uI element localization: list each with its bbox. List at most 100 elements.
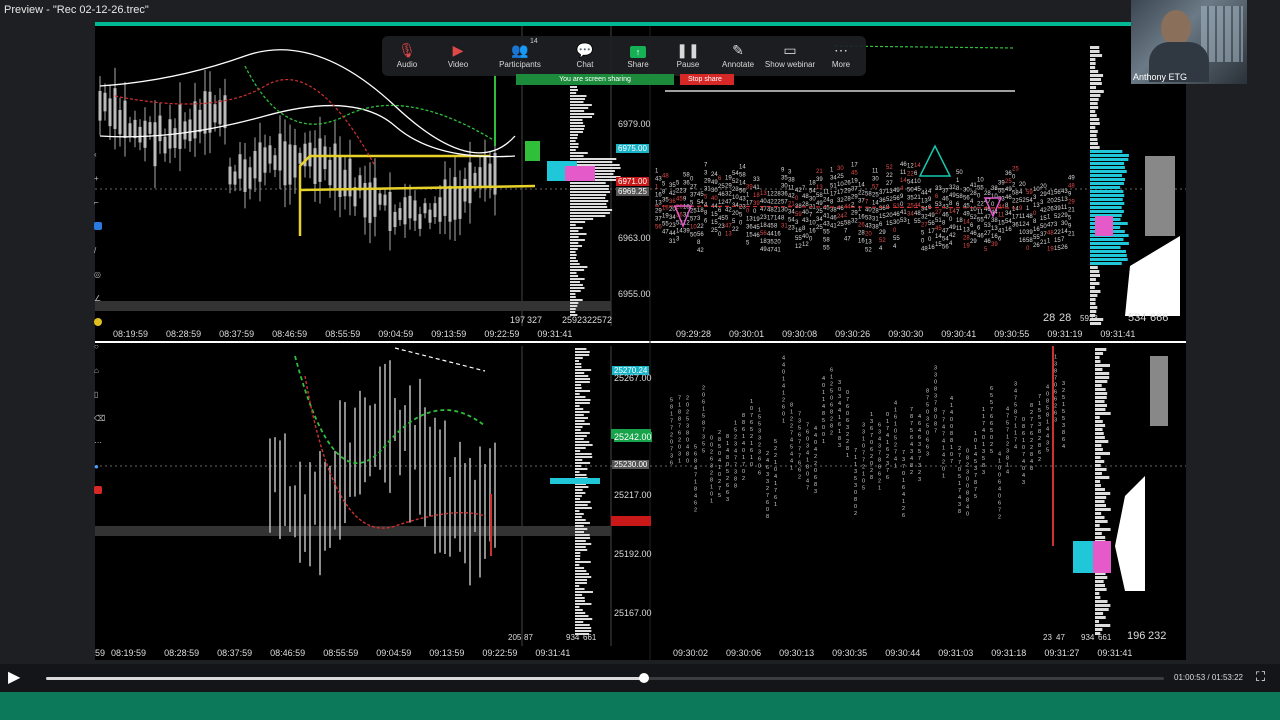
footprint-cell: 22	[886, 173, 893, 179]
footprint-cell: 8	[974, 480, 977, 486]
footprint-cell: 4	[950, 410, 953, 416]
footprint-cell: 1	[726, 441, 729, 447]
brush-tool-icon[interactable]: ∠	[94, 294, 102, 303]
crop-tool-icon[interactable]: ⌐	[94, 198, 102, 207]
participants-button[interactable]: 👥 Participants	[492, 40, 548, 69]
profile-bar	[575, 561, 591, 563]
footprint-cell: 5	[732, 219, 736, 225]
footprint-cell: 3	[982, 470, 985, 476]
footprint-cell: 2	[902, 506, 905, 512]
seek-bar[interactable]	[46, 677, 1164, 680]
footprint-cell: 7	[942, 417, 945, 423]
footprint-cell: 4	[894, 401, 897, 407]
footprint-cell: 3	[934, 393, 937, 399]
footprint-cell: 6	[935, 194, 939, 200]
footprint-cell: 0	[782, 369, 785, 375]
annotate-button[interactable]: ✎ Annotate	[710, 40, 766, 69]
line-tool-icon[interactable]: /	[94, 246, 102, 255]
time-label: 09:31:27	[1044, 648, 1080, 658]
footprint-cell: 6	[702, 400, 705, 406]
profile-bar	[570, 254, 577, 256]
highlight-tool-icon[interactable]	[94, 318, 102, 326]
candle-body	[153, 122, 157, 167]
footprint-cell: 1	[790, 465, 793, 471]
lock-tool-icon[interactable]: ▯	[94, 390, 102, 399]
candle-body	[213, 104, 217, 123]
footprint-cell: 1	[838, 429, 841, 435]
profile-bar	[1090, 126, 1096, 129]
footprint-cell: 9	[683, 197, 687, 203]
audio-button[interactable]: 🎙 Audio	[379, 40, 435, 69]
video-button[interactable]: ▶ Video	[430, 40, 486, 69]
footprint-cell: 6	[694, 452, 697, 458]
color-tool-icon[interactable]: ●	[94, 462, 102, 471]
profile-bar	[570, 203, 607, 205]
pause-button[interactable]: ❚❚ Pause	[660, 40, 716, 69]
footprint-cell: 6	[830, 367, 833, 373]
price-label: 25167.00	[614, 608, 652, 618]
text-tool-icon[interactable]: ⌂	[94, 366, 102, 375]
candle-body	[343, 169, 347, 197]
footprint-cell: 52	[886, 165, 893, 171]
footprint-cell: 6	[774, 495, 777, 501]
footprint-cell: 6	[846, 404, 849, 410]
footprint-cell: 0	[966, 511, 969, 517]
footprint-cell: 4	[1006, 406, 1009, 412]
profile-bar	[575, 405, 580, 407]
profile-bar	[570, 188, 609, 190]
seek-handle[interactable]	[639, 673, 650, 683]
profile-bar	[1095, 440, 1109, 443]
footprint-cell: 2	[718, 479, 721, 485]
footprint-cell: 4	[1046, 427, 1049, 433]
profile-bar	[575, 384, 582, 386]
measure-tool-icon[interactable]: ◎	[94, 270, 102, 279]
plus-tool-icon[interactable]: +	[94, 174, 102, 183]
footprint-cell: 45	[851, 171, 858, 177]
candle-body	[128, 123, 132, 136]
candle-body	[318, 138, 322, 182]
fullscreen-button[interactable]: ⛶	[1256, 669, 1272, 685]
profile-gray	[1150, 356, 1168, 426]
footprint-cell: 7	[798, 447, 801, 453]
profile-highlight	[611, 516, 651, 526]
footprint-cell: 0	[690, 177, 694, 183]
footprint-cell: 0	[766, 507, 769, 513]
triangle-marker	[918, 144, 952, 177]
meeting-toolbar: 🎙 Audio ▶ Video 👥 Participants 14 💬 Chat…	[382, 36, 866, 76]
footprint-cell: 2	[758, 442, 761, 448]
footprint-cell: 21	[1068, 231, 1075, 237]
profile-bar	[575, 540, 586, 542]
delete-tool-icon[interactable]	[94, 486, 102, 494]
footprint-cell: 8	[1006, 455, 1009, 461]
profile-bar	[1095, 432, 1104, 435]
profile-bar	[575, 549, 588, 551]
menu-tool-icon[interactable]: ⋯	[94, 438, 102, 447]
footprint-cell: 6	[970, 223, 974, 229]
footprint-cell: 7	[1038, 394, 1041, 400]
candle-body	[388, 191, 392, 231]
footprint-cell: 6	[742, 427, 745, 433]
candle-body	[373, 177, 377, 217]
eraser-tool-icon[interactable]: ⌫	[94, 414, 105, 423]
share-button[interactable]: ↑ Share	[610, 40, 666, 69]
footprint-cell: 0	[1046, 392, 1049, 398]
footprint-cell: 55	[893, 236, 900, 242]
footprint-cell: 0	[686, 458, 689, 464]
chat-button[interactable]: 💬 Chat	[557, 40, 613, 69]
play-button[interactable]: ▶	[8, 669, 24, 687]
show-webinar-button[interactable]: ▭ Show webinar	[762, 40, 818, 69]
profile-bar	[1090, 278, 1096, 281]
cursor-tool-icon[interactable]: ‹	[94, 150, 102, 159]
shape-tool-icon[interactable]: ○	[94, 342, 102, 351]
more-button[interactable]: ⋯ More	[813, 40, 869, 69]
stop-share-button[interactable]: Stop share	[680, 74, 734, 85]
profile-bar	[575, 414, 584, 416]
footprint-cell: 4	[1030, 459, 1033, 465]
candle-body	[433, 203, 437, 217]
footprint-cell: 1	[838, 415, 841, 421]
footprint-cell: 6	[766, 500, 769, 506]
active-tool-icon[interactable]	[94, 222, 102, 230]
footprint-cell: 3	[702, 435, 705, 441]
webcam-thumbnail[interactable]: Anthony ETG	[1131, 0, 1247, 84]
profile-bar	[1090, 290, 1101, 293]
